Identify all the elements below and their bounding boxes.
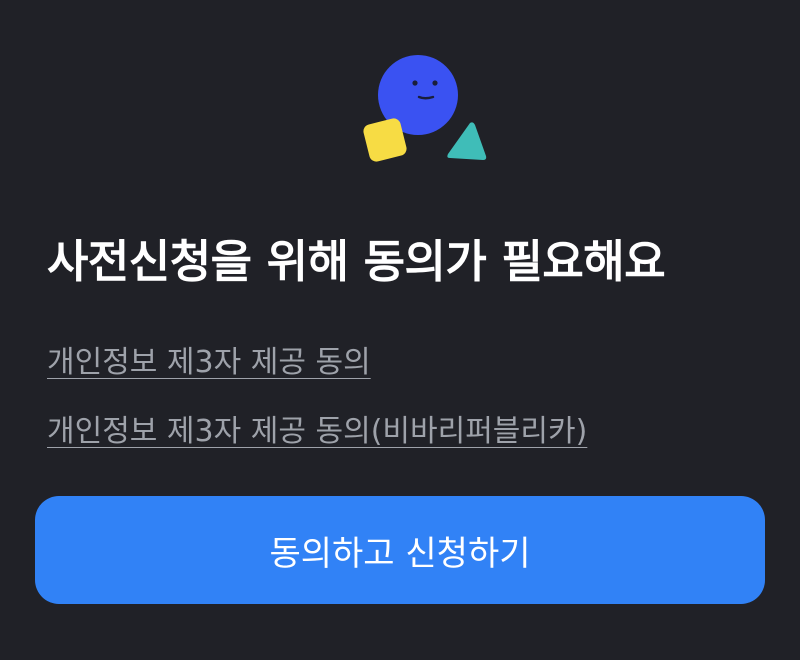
shapes-mascot-svg [363, 55, 487, 162]
consent-link-third-party[interactable]: 개인정보 제3자 제공 동의 [47, 343, 371, 383]
agree-and-apply-button[interactable]: 동의하고 신청하기 [35, 496, 765, 604]
agree-and-apply-label: 동의하고 신청하기 [269, 533, 531, 574]
page-title: 사전신청을 위해 동의가 필요해요 [47, 235, 666, 288]
consent-link-third-party-viva-republica[interactable]: 개인정보 제3자 제공 동의(비바리퍼블리카) [47, 412, 587, 452]
mascot-mouth [417, 95, 435, 100]
mascot-eye-left [412, 80, 418, 86]
shapes-mascot-icon [355, 55, 495, 175]
mascot-eye-right [432, 80, 438, 86]
mascot-triangle [447, 122, 487, 160]
